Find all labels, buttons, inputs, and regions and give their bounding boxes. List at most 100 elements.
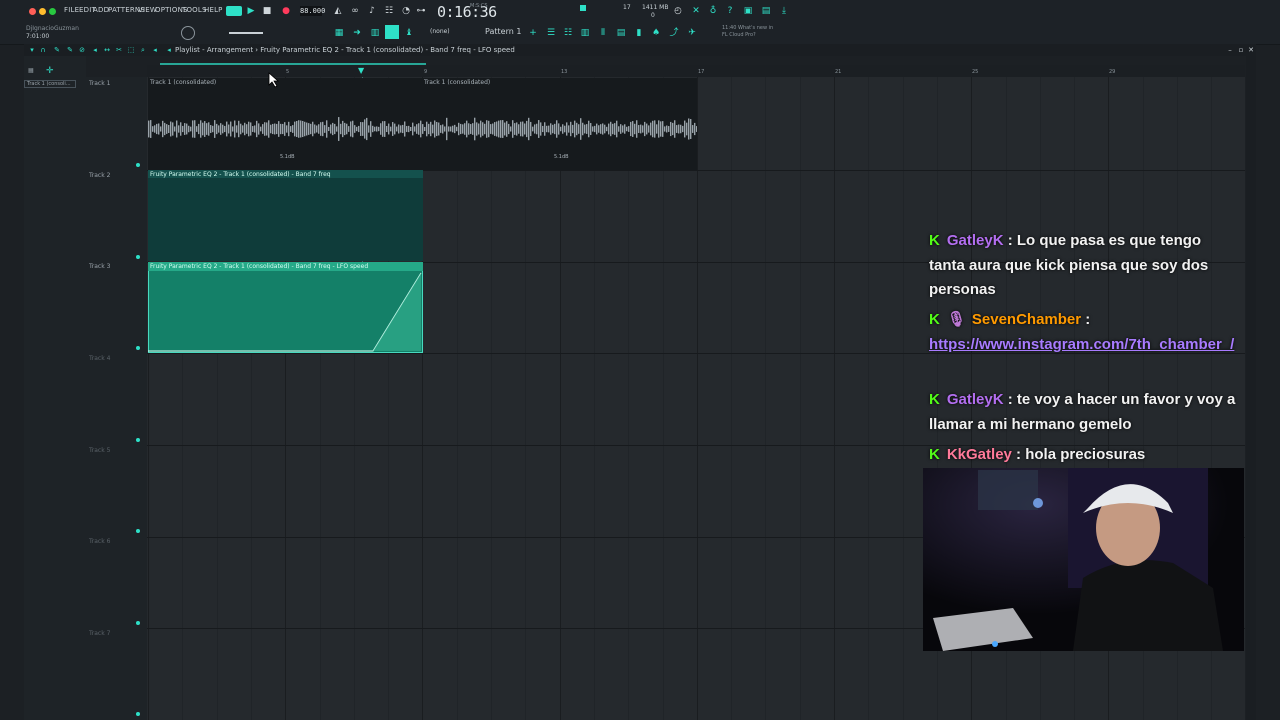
track-mute-led[interactable] (136, 255, 140, 259)
plugin-picker-icon[interactable]: ⤴ (669, 28, 679, 38)
pattern-selector[interactable]: Pattern 1 (485, 27, 521, 36)
slice-tool-icon[interactable]: ✂ (114, 45, 124, 55)
grid-line (868, 77, 870, 720)
online-icon[interactable]: ◴ (673, 6, 683, 16)
ruler-number: 21 (835, 69, 842, 75)
dropdown-icon[interactable]: ▾ (27, 45, 37, 55)
audio-clip-label: Track 1 (consolidated) (150, 79, 217, 86)
track-label-4[interactable]: Track 4 (89, 355, 110, 362)
wait-icon[interactable]: ⊶ (416, 6, 426, 16)
select-tool-icon[interactable]: ⬚ (126, 45, 136, 55)
master-pitch-knob[interactable] (181, 26, 195, 40)
menu-help[interactable]: HELP (204, 6, 223, 14)
song-time-display[interactable]: 0:16:36 (437, 3, 497, 21)
song-mode-toggle[interactable] (226, 6, 242, 16)
close-icon[interactable]: ✕ (1246, 45, 1256, 55)
play-icon[interactable]: ▶ (246, 6, 256, 16)
track-mute-led[interactable] (136, 438, 140, 442)
playback-tool-icon[interactable]: ◂ (150, 45, 160, 55)
track-label-6[interactable]: Track 6 (89, 538, 110, 545)
download-icon[interactable]: ⤓ (779, 6, 789, 16)
keyboard-icon[interactable]: ☷ (384, 6, 394, 16)
automation-clip[interactable] (148, 170, 423, 261)
picker-clip[interactable]: Track 1 (consoli... (24, 80, 76, 88)
minimize-icon[interactable]: – (1225, 45, 1235, 55)
mute-tool-icon[interactable]: ◂ (90, 45, 100, 55)
kick-icon: K (929, 311, 940, 328)
snap-select[interactable]: (none) (430, 28, 450, 35)
ruler-number: 5 (286, 69, 290, 75)
track-mute-led[interactable] (136, 163, 140, 167)
tools-icon[interactable]: ✕ (691, 6, 701, 16)
menu-add[interactable]: ADD (93, 6, 109, 14)
paint-tool-icon[interactable]: ✎ (65, 45, 75, 55)
loop-record-icon[interactable]: ∞ (350, 6, 360, 16)
metronome-icon[interactable]: ◭ (333, 6, 343, 16)
loop-region[interactable] (160, 63, 426, 65)
piano-icon[interactable]: ▥ (580, 28, 590, 38)
track-label-5[interactable]: Track 5 (89, 447, 110, 454)
pan-icon[interactable]: ✛ (46, 66, 54, 76)
timeline-ruler[interactable] (147, 65, 1245, 77)
track-label-3[interactable]: Track 3 (89, 263, 110, 270)
grid-icon[interactable]: ▦ (28, 67, 34, 74)
snap-tool-icon[interactable] (385, 25, 399, 39)
plug-icon[interactable]: ♠ (651, 28, 661, 38)
zoom-tool-icon[interactable]: ⌕ (138, 45, 148, 55)
vertical-scrollbar[interactable] (1246, 56, 1256, 720)
playlist-icon[interactable]: ▦ (334, 28, 344, 38)
chat-message-1: K GatleyK : Lo que pasa es que tengo tant… (929, 229, 1239, 303)
step-edit-icon[interactable]: ♪ (367, 6, 377, 16)
chat-message-3: K GatleyK : te voy a hacer un favor y voy… (929, 388, 1239, 437)
minimize-window-button[interactable] (39, 8, 46, 15)
news-line-2[interactable]: FL Cloud Pro? (722, 32, 756, 38)
help-icon[interactable]: ? (725, 6, 735, 16)
delete-tool-icon[interactable]: ⊘ (77, 45, 87, 55)
track-label-1[interactable]: Track 1 (89, 80, 110, 87)
grid-line (799, 77, 801, 720)
menu-tools[interactable]: TOOLS (182, 6, 207, 14)
browser-icon[interactable]: ⫴ (598, 28, 608, 38)
user-name: DjIgnacioGuzman (26, 25, 79, 32)
playhead-marker-icon[interactable]: ▼ (358, 66, 364, 75)
close-window-button[interactable] (29, 8, 36, 15)
maximize-window-button[interactable] (49, 8, 56, 15)
track-mute-led[interactable] (136, 529, 140, 533)
track-mute-led[interactable] (136, 621, 140, 625)
arrow-icon[interactable]: ➜ (352, 28, 362, 38)
piano-roll-icon[interactable]: ▥ (370, 28, 380, 38)
save-icon[interactable]: ▣ (743, 6, 753, 16)
mouse-cursor (268, 72, 280, 88)
track-mute-led[interactable] (136, 712, 140, 716)
draw-tool-icon[interactable]: ✎ (52, 45, 62, 55)
slip-tool-icon[interactable]: ↔ (102, 45, 112, 55)
record-icon[interactable]: ● (281, 6, 291, 16)
master-volume-slider[interactable] (229, 32, 263, 34)
tempo-display[interactable]: 88.000 (300, 6, 325, 16)
speaker-icon[interactable]: ◂ (164, 45, 174, 55)
restore-icon[interactable]: ▫ (1236, 45, 1246, 55)
plugin-icon[interactable]: ▤ (616, 28, 626, 38)
cpu-value: 17 (623, 4, 631, 11)
channel-rack-icon[interactable]: ☷ (563, 28, 573, 38)
stop-icon[interactable]: ■ (262, 6, 272, 16)
magnet-icon[interactable]: ∩ (38, 45, 48, 55)
cpu-meter (580, 5, 586, 11)
ruler-number: 17 (698, 69, 705, 75)
track-mute-led[interactable] (136, 346, 140, 350)
render-icon[interactable]: ▤ (761, 6, 771, 16)
brush-icon[interactable]: ♝ (404, 28, 414, 38)
mixer-icon[interactable]: ☰ (546, 28, 556, 38)
chat-message-2: K 🎙 SevenChamber : https://www.instagram.co… (929, 308, 1239, 357)
add-pattern-icon[interactable]: + (528, 28, 538, 38)
file-icon[interactable]: ▮ (634, 28, 644, 38)
blend-notes-icon[interactable]: ◔ (401, 6, 411, 16)
chat-link[interactable]: https://www.instagram.com/7th_chamber_/ (929, 336, 1234, 353)
mic-icon[interactable]: ♁ (708, 6, 718, 16)
track-label-2[interactable]: Track 2 (89, 172, 110, 179)
chat-separator: : (1081, 311, 1091, 328)
touch-keyboard-icon[interactable]: ✈ (687, 28, 697, 38)
news-line-1[interactable]: 11:40 What's new in (722, 25, 773, 31)
menu-file[interactable]: FILE (64, 6, 79, 14)
track-label-7[interactable]: Track 7 (89, 630, 110, 637)
